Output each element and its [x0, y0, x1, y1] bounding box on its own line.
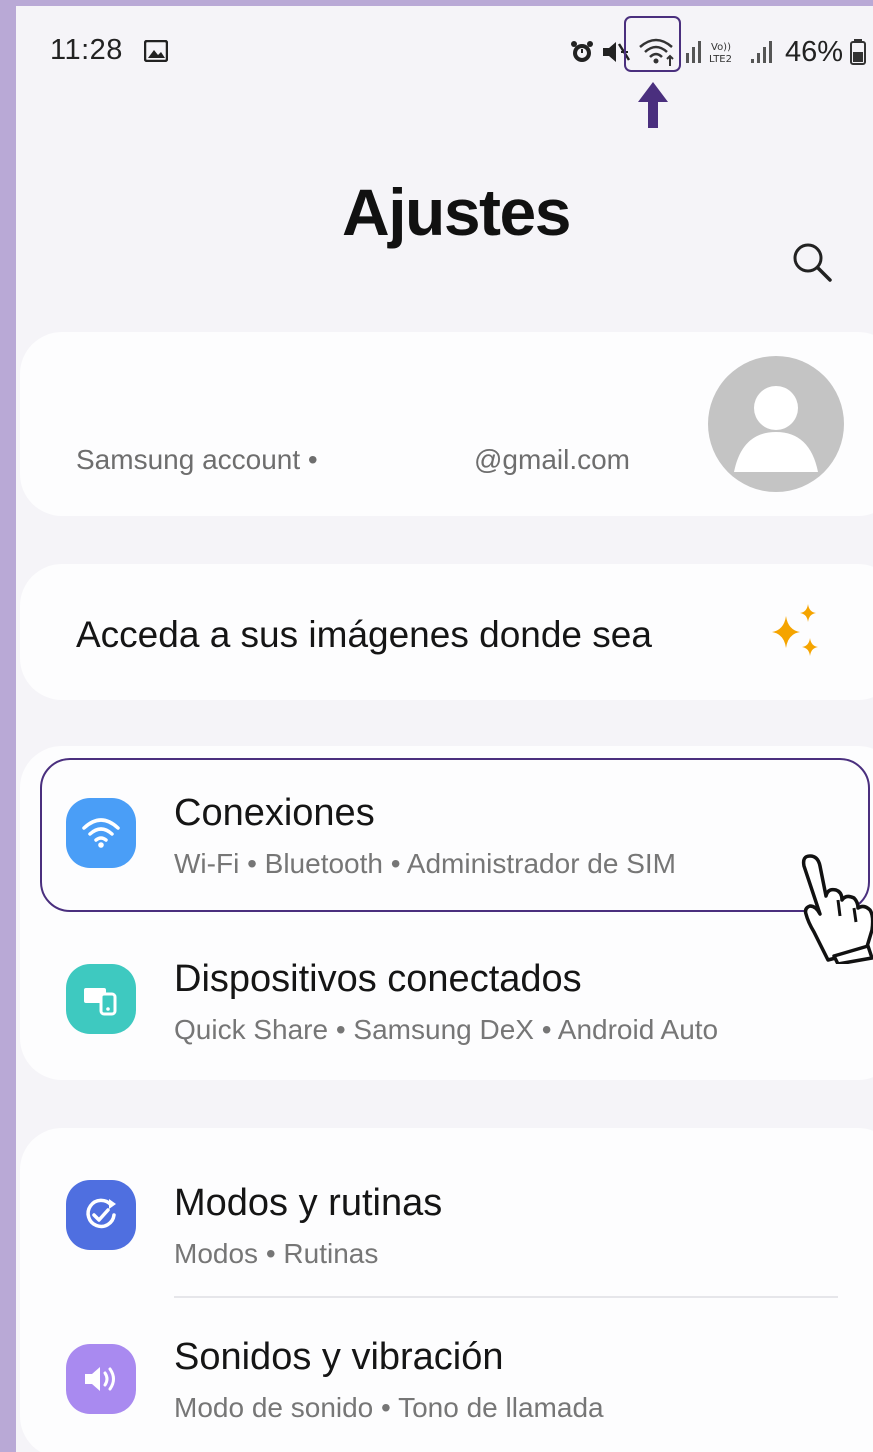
battery-icon: [850, 39, 866, 65]
svg-text:LTE2: LTE2: [709, 54, 732, 65]
sounds-subtitle: Modo de sonido • Tono de llamada: [174, 1392, 604, 1423]
devices-icon: [84, 988, 117, 1016]
settings-item-modes[interactable]: Modos y rutinas Modos • Rutinas: [20, 1142, 873, 1292]
wifi-highlight-box: [624, 16, 681, 72]
user-icon: [734, 386, 818, 472]
connections-highlight-box: [40, 758, 870, 912]
settings-item-connected-devices[interactable]: Dispositivos conectados Quick Share • Sa…: [20, 926, 873, 1076]
connected-devices-icon-tile: [66, 964, 136, 1034]
modes-icon-tile: [66, 1180, 136, 1250]
sparkle-icon: [772, 604, 818, 656]
samsung-account-card[interactable]: Samsung account • @gmail.com: [20, 332, 873, 516]
modes-subtitle: Modos • Rutinas: [174, 1238, 379, 1269]
connected-devices-title: Dispositivos conectados: [174, 958, 582, 1000]
sounds-title: Sonidos y vibración: [174, 1336, 504, 1378]
alarm-icon: [570, 41, 593, 62]
status-time: 11:28: [50, 34, 123, 66]
avatar[interactable]: [708, 356, 844, 492]
sounds-icon-tile: [66, 1344, 136, 1414]
modes-routines-icon: [86, 1198, 116, 1229]
search-button[interactable]: [786, 236, 838, 288]
divider: [174, 1296, 838, 1298]
promo-card[interactable]: Acceda a sus imágenes donde sea: [20, 564, 873, 700]
pointing-hand-icon: [801, 854, 873, 964]
status-bar: 11:28 Vo)) LTE2 46%: [16, 6, 873, 96]
account-label: Samsung account •: [76, 444, 318, 475]
modes-title: Modos y rutinas: [174, 1182, 443, 1224]
signal-icon: [750, 41, 772, 63]
settings-screen: 11:28 Vo)) LTE2 46% Ajustes Samsung acco…: [16, 6, 873, 1452]
connected-devices-subtitle: Quick Share • Samsung DeX • Android Auto: [174, 1014, 719, 1045]
search-icon: [793, 243, 832, 282]
account-email: @gmail.com: [474, 444, 631, 475]
settings-item-sounds[interactable]: Sonidos y vibración Modo de sonido • Ton…: [20, 1306, 873, 1452]
modes-sounds-group: Modos y rutinas Modos • Rutinas Sonidos …: [20, 1128, 873, 1452]
speaker-icon: [85, 1367, 115, 1391]
gallery-icon: [144, 40, 168, 62]
status-icons: Vo)) LTE2 46%: [569, 32, 867, 72]
page-title: Ajustes: [342, 175, 571, 249]
svg-text:Vo)): Vo)): [711, 42, 731, 53]
arrow-up-icon: [638, 82, 668, 128]
volte-icon: Vo)) LTE2: [709, 42, 732, 65]
battery-percent: 46%: [784, 35, 843, 68]
promo-text: Acceda a sus imágenes donde sea: [76, 614, 652, 655]
signal-icon: [685, 41, 701, 63]
